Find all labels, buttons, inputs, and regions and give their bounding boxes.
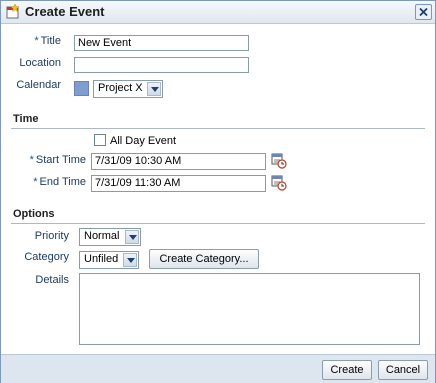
options-section-divider xyxy=(11,223,425,224)
create-event-dialog: Create Event * Title New Event Location C… xyxy=(0,0,436,383)
required-marker: * xyxy=(34,35,39,47)
location-field-label: Location xyxy=(19,57,61,69)
calendar-select[interactable]: Project X xyxy=(93,80,163,98)
category-select[interactable]: Unfiled xyxy=(79,251,139,269)
priority-select-value: Normal xyxy=(84,230,120,242)
required-marker: * xyxy=(29,154,34,166)
close-icon[interactable] xyxy=(415,4,432,20)
dialog-titlebar[interactable]: Create Event xyxy=(1,1,435,24)
required-marker: * xyxy=(33,176,38,188)
title-input[interactable]: New Event xyxy=(74,35,249,51)
all-day-label: All Day Event xyxy=(110,135,177,147)
options-section-heading: Options xyxy=(13,208,55,220)
calendar-select-value: Project X xyxy=(98,82,143,94)
start-time-label-text: Start Time xyxy=(35,154,86,166)
details-textarea[interactable] xyxy=(79,273,420,345)
details-field-label: Details xyxy=(35,274,69,286)
create-category-button[interactable]: Create Category... xyxy=(149,249,259,269)
create-button[interactable]: Create xyxy=(322,360,372,380)
time-section-divider xyxy=(11,128,425,129)
calendar-star-icon xyxy=(6,3,20,19)
dialog-footer: Create Cancel xyxy=(1,354,435,383)
title-field-label: * Title xyxy=(1,35,61,47)
end-time-input[interactable]: 7/31/09 11:30 AM xyxy=(91,175,266,192)
priority-field-label: Priority xyxy=(34,230,69,242)
location-input[interactable] xyxy=(74,57,249,73)
start-time-input[interactable]: 7/31/09 10:30 AM xyxy=(91,153,266,170)
dialog-title: Create Event xyxy=(25,4,105,19)
end-time-field-label: * End Time xyxy=(24,176,86,188)
all-day-checkbox[interactable] xyxy=(94,134,106,146)
date-picker-icon[interactable] xyxy=(271,153,287,169)
category-field-label: Category xyxy=(24,251,69,263)
title-label-text: Title xyxy=(40,35,61,47)
end-time-label-text: End Time xyxy=(39,176,86,188)
calendar-field-label: Calendar xyxy=(16,79,61,91)
date-picker-icon[interactable] xyxy=(271,175,287,191)
category-select-value: Unfiled xyxy=(84,253,119,265)
calendar-color-swatch xyxy=(74,81,89,96)
time-section-heading: Time xyxy=(13,113,39,125)
priority-select[interactable]: Normal xyxy=(79,228,141,246)
chevron-down-icon[interactable] xyxy=(123,253,137,267)
chevron-down-icon[interactable] xyxy=(125,230,139,244)
cancel-button[interactable]: Cancel xyxy=(378,360,428,380)
chevron-down-icon[interactable] xyxy=(147,82,161,96)
start-time-field-label: * Start Time xyxy=(24,154,86,166)
